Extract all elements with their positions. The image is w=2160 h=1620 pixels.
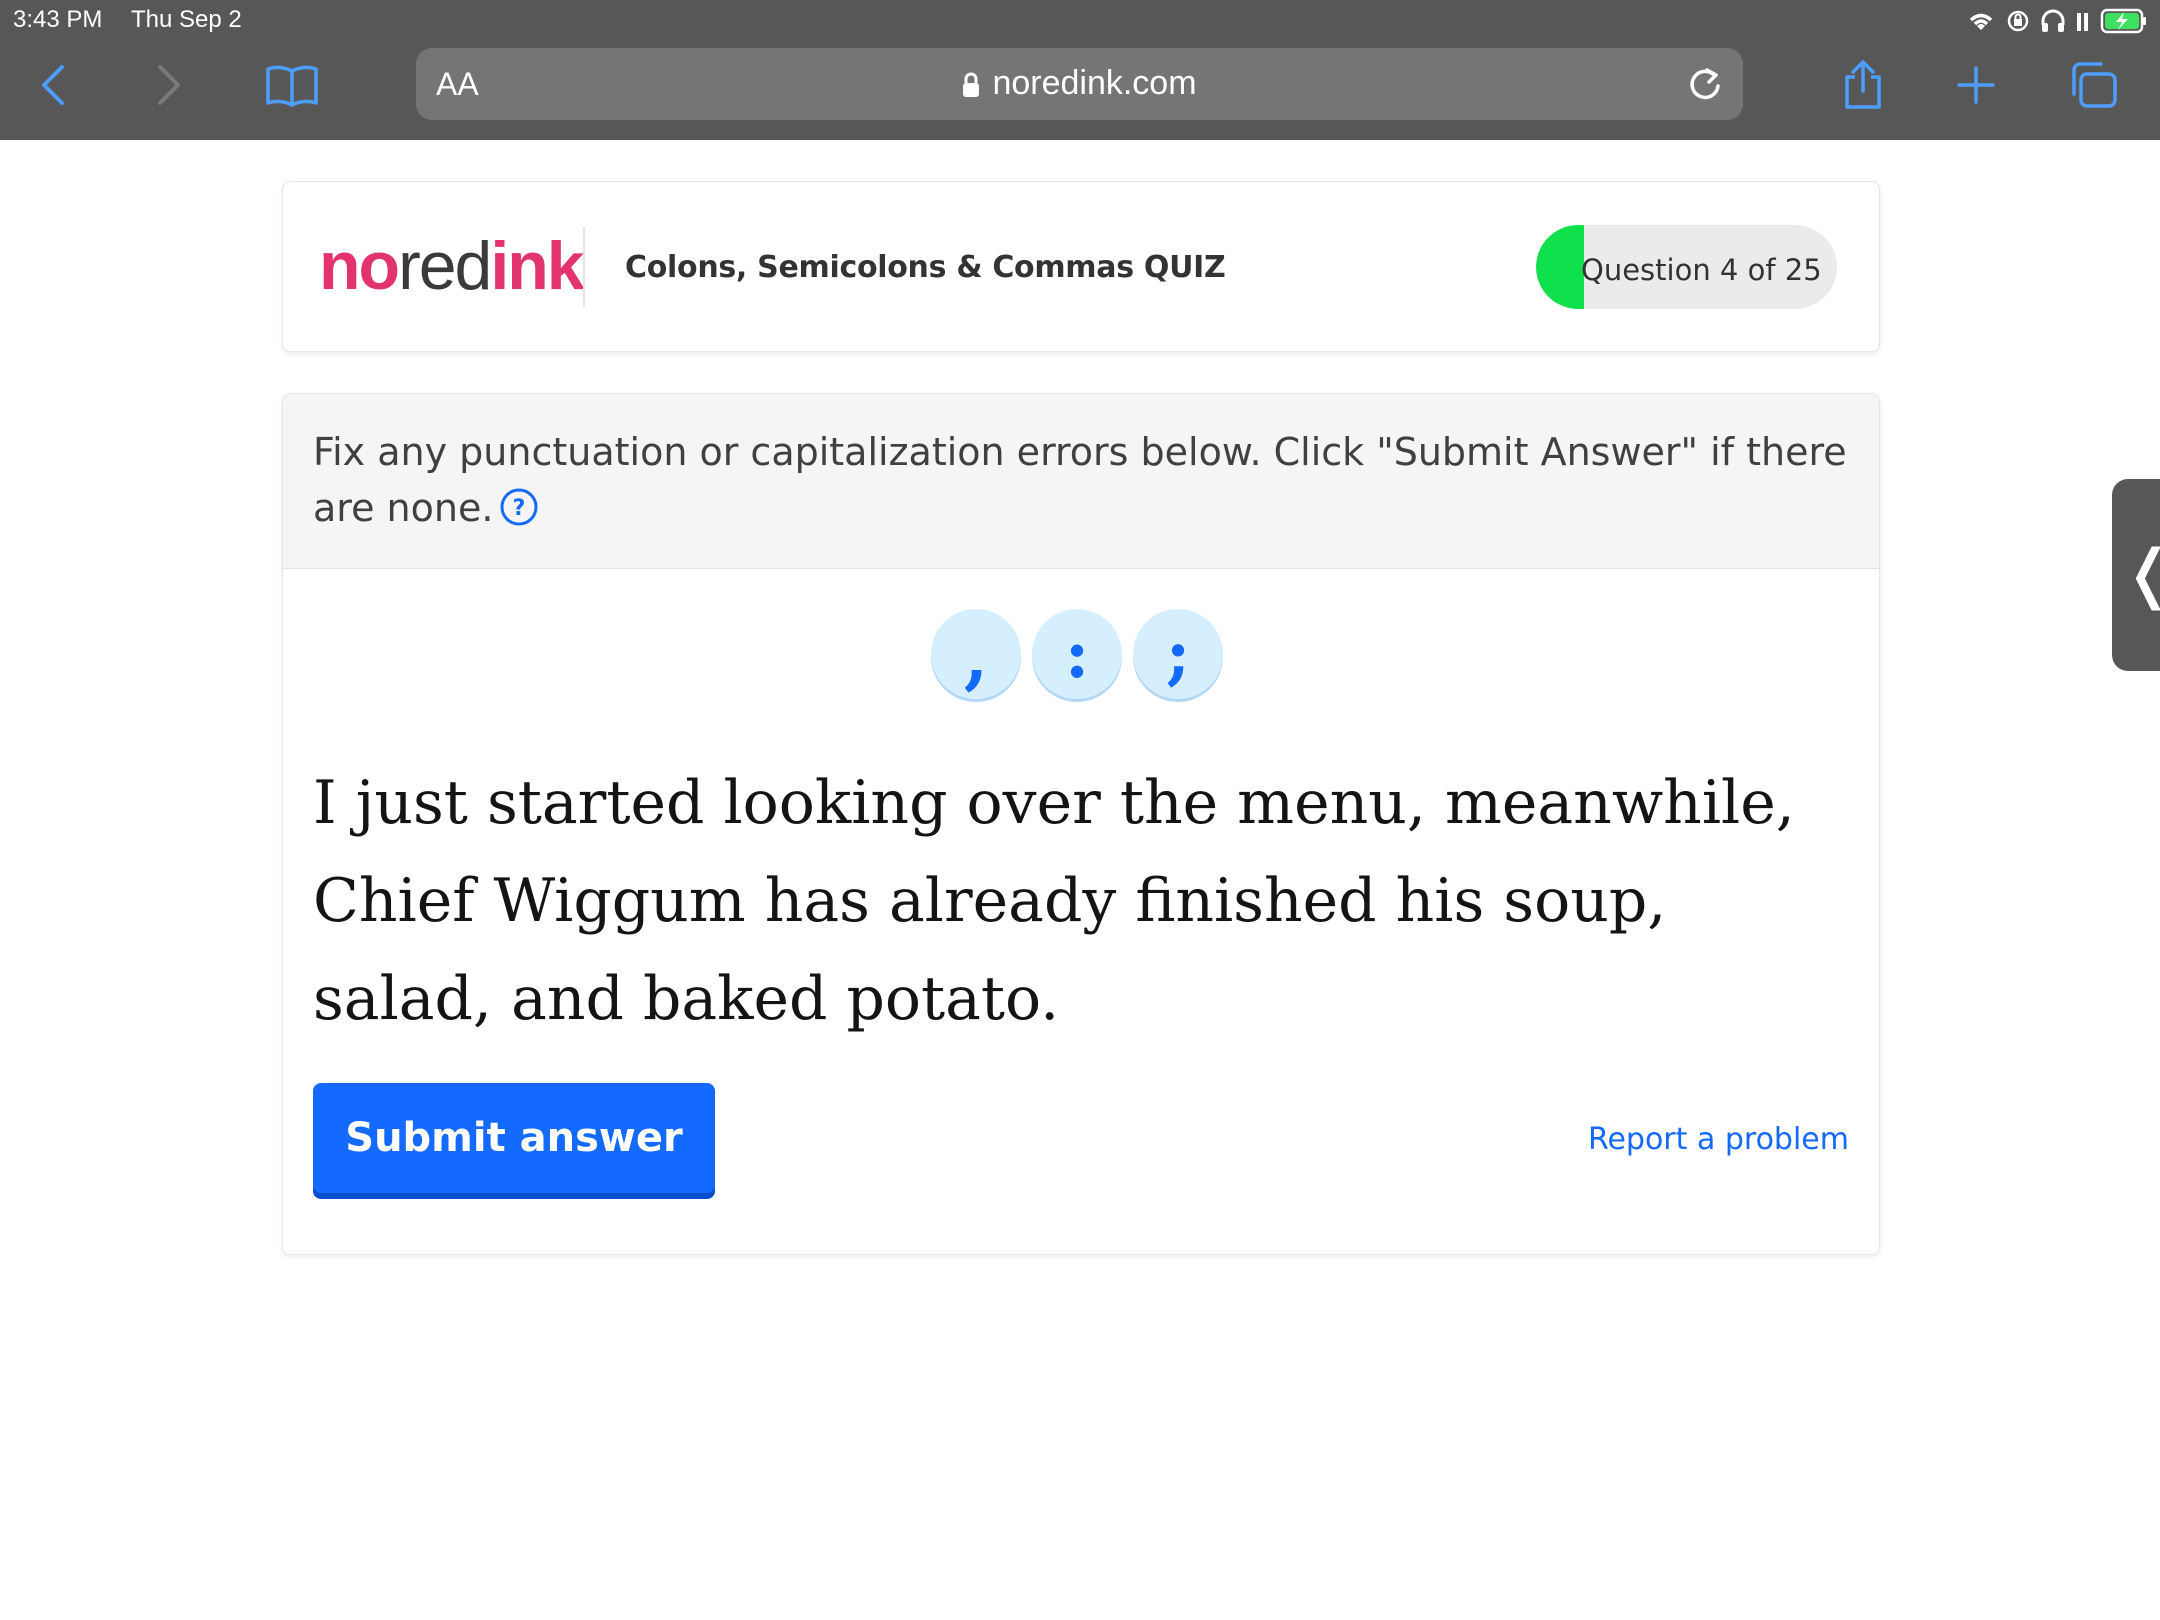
tabs-button[interactable] [2063, 55, 2123, 115]
back-icon [42, 65, 64, 105]
noredink-logo[interactable]: noredink [319, 226, 585, 306]
url-text: noredink.com [992, 64, 1197, 102]
forward-button[interactable] [139, 55, 199, 115]
address-bar[interactable]: AA noredink.com [416, 48, 1743, 120]
semicolon-button[interactable]: ; [1133, 609, 1223, 699]
colon-button[interactable]: : [1032, 609, 1122, 699]
svg-text:?: ? [513, 496, 526, 521]
side-panel-tab[interactable]: ❬ [2112, 479, 2160, 671]
progress-fill [1536, 225, 1585, 309]
instructions-panel: Fix any punctuation or capitalization er… [283, 394, 1879, 569]
status-date: Thu Sep 2 [131, 6, 242, 33]
question-progress: Question 4 of 25 [1536, 225, 1837, 309]
new-tab-button[interactable] [1946, 55, 2006, 115]
battery-charging-icon [2100, 8, 2146, 34]
report-problem-link[interactable]: Report a problem [1588, 1122, 1849, 1157]
lock-icon [963, 72, 980, 97]
header-divider [583, 227, 585, 307]
new-tab-icon [1957, 66, 1995, 104]
instructions-text: Fix any punctuation or capitalization er… [313, 430, 1847, 530]
back-button[interactable] [23, 55, 83, 115]
editable-sentence[interactable]: I just started looking over the menu, me… [313, 754, 1853, 1048]
quiz-title: Colons, Semicolons & Commas QUIZ [625, 250, 1226, 285]
submit-answer-button[interactable]: Submit answer [313, 1083, 715, 1193]
quiz-card: Fix any punctuation or capitalization er… [282, 393, 1880, 1255]
orientation-lock-icon [2007, 10, 2029, 32]
tabs-icon [2072, 62, 2117, 108]
headphones-icon [2041, 9, 2065, 32]
share-button[interactable] [1833, 55, 1893, 115]
progress-text: Question 4 of 25 [1581, 253, 1822, 287]
bookmarks-icon [266, 65, 318, 107]
browser-chrome: 3:43 PM Thu Sep 2 AA noredink.com [0, 0, 2160, 140]
wifi-icon [1969, 13, 1993, 30]
punctuation-toolbar: , : ; [931, 609, 1223, 699]
help-icon[interactable]: ? [499, 487, 539, 527]
comma-button[interactable]: , [931, 609, 1021, 699]
share-icon [1845, 60, 1881, 109]
reload-icon[interactable] [1685, 64, 1725, 104]
status-icons [1966, 6, 2148, 36]
chevron-left-icon: ❬ [2122, 537, 2160, 611]
quiz-header: noredink Colons, Semicolons & Commas QUI… [282, 181, 1880, 352]
status-time: 3:43 PM [13, 6, 103, 33]
signal-icon [2077, 13, 2088, 31]
forward-icon [158, 65, 180, 105]
bookmarks-button[interactable] [262, 55, 322, 115]
